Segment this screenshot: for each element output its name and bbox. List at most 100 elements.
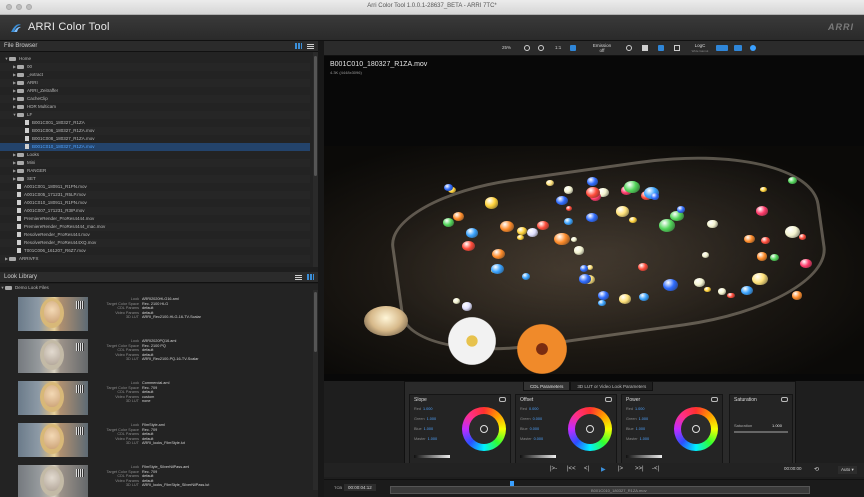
zoom-in-icon[interactable] (524, 45, 530, 51)
mark-in-button[interactable]: |>- (550, 466, 557, 472)
tree-folder-item[interactable]: ▶ 00 (0, 63, 310, 71)
fit-button[interactable]: 1:1 (555, 45, 561, 50)
list-view-icon[interactable] (307, 43, 314, 49)
logc-toggle[interactable]: LogC Wide Gamut (688, 43, 712, 54)
look-library-scroll-thumb[interactable] (314, 292, 317, 352)
tree-folder-item[interactable]: ▼ Home (0, 55, 310, 63)
look-item[interactable]: Look FilmStyle.aml Target Color Space Rec. … (0, 420, 310, 460)
reset-icon[interactable] (781, 397, 788, 402)
look-thumbnail[interactable] (18, 423, 88, 457)
grading-tab[interactable]: 3D LUT or Video Look Parameters (570, 381, 654, 391)
timecode-field[interactable]: 00:00:04:12 (344, 484, 376, 491)
tree-folder-item[interactable]: ▶ ARRI (0, 79, 310, 87)
tree-file-item[interactable]: A001C001_180911_R1PN.mov (0, 183, 310, 191)
cdl-param-value[interactable]: 1.000 (639, 417, 649, 421)
reset-icon[interactable] (605, 397, 612, 402)
file-tree-scroll-thumb[interactable] (314, 56, 317, 176)
color-wheel-handle[interactable] (692, 425, 700, 433)
master-slider[interactable] (626, 455, 662, 458)
grid-view-icon[interactable] (307, 274, 314, 280)
saturation-value[interactable]: 1.000 (772, 423, 782, 428)
tree-file-item[interactable]: A001C010_180911_R1PN.mov (0, 199, 310, 207)
playhead-marker[interactable] (510, 481, 514, 486)
look-item[interactable]: Look ARRI2020PQ16.aml Target Color Space Re… (0, 336, 310, 376)
tree-folder-item[interactable]: ▶ CacheClip (0, 95, 310, 103)
look-item[interactable]: Look FilmStyle_SilverNilPass.aml Target Co… (0, 462, 310, 497)
reset-icon[interactable] (711, 397, 718, 402)
auto-dropdown[interactable]: Auto ▾ (838, 466, 857, 474)
settings-icon[interactable] (734, 45, 742, 51)
status-dot-icon[interactable] (750, 45, 756, 51)
tree-file-item[interactable]: B001C001_180327_R1ZA (0, 119, 310, 127)
tree-folder-item[interactable]: ▶ ARRI_Zeitraffer (0, 87, 310, 95)
output-icon[interactable] (716, 45, 728, 51)
tree-file-item[interactable]: ResolveRender_ProRes444.mov (0, 231, 310, 239)
image-viewer[interactable]: B001C010_180327_R1ZA.mov 4.3K (4448x3096… (324, 56, 864, 381)
tree-folder-item[interactable]: ▶ ARRIVFX (0, 255, 310, 263)
timeline-clip[interactable]: B001C010_180327_R1ZA.mov (390, 486, 810, 494)
cdl-param-value[interactable]: 1.000 (636, 427, 646, 431)
cdl-param-value[interactable]: 0.000 (534, 437, 544, 441)
go-to-end-button[interactable]: >>| (635, 466, 644, 472)
grading-tab[interactable]: CDL Parameters (523, 381, 571, 391)
saturation-slider[interactable] (734, 431, 788, 433)
cdl-param-value[interactable]: 1.000 (427, 417, 437, 421)
preview-image[interactable] (324, 146, 864, 374)
tree-folder-item[interactable]: ▶ _extract (0, 71, 310, 79)
compare-icon[interactable] (658, 45, 664, 51)
reset-icon[interactable] (499, 397, 506, 402)
emission-toggle[interactable]: Emission off (586, 43, 618, 53)
look-thumbnail[interactable] (18, 465, 88, 497)
cdl-param-value[interactable]: 1.000 (424, 427, 434, 431)
false-color-icon[interactable] (570, 45, 576, 51)
look-item[interactable]: Look Commercial.aml Target Color Space Rec.… (0, 378, 310, 418)
tree-folder-item[interactable]: ▼ LF (0, 111, 310, 119)
zoom-level[interactable]: 25% (502, 45, 511, 50)
tree-folder-item[interactable]: ▶ Looks (0, 151, 310, 159)
cdl-param-value[interactable]: 1.000 (428, 437, 438, 441)
look-thumbnail[interactable] (18, 297, 88, 331)
monitor-icon[interactable] (674, 45, 680, 51)
cdl-param-value[interactable]: 1.000 (640, 437, 650, 441)
tree-folder-item[interactable]: ▶ SET (0, 175, 310, 183)
tree-file-item[interactable]: A001C007_171231_R3IP.mov (0, 207, 310, 215)
list-view-icon[interactable] (295, 274, 302, 280)
tree-file-item[interactable]: B001C006_180327_R1ZA.mov (0, 127, 310, 135)
go-to-start-button[interactable]: |<< (567, 466, 576, 472)
tree-file-item[interactable]: B001C010_180327_R1ZA.mov (0, 143, 310, 151)
look-thumbnail[interactable] (18, 381, 88, 415)
tree-file-item[interactable]: A001C005_171231_R5LP.mov (0, 191, 310, 199)
tree-folder-item[interactable]: ▶ RANGER (0, 167, 310, 175)
tree-file-item[interactable]: ResolveRender_ProRes444XQ.mov (0, 239, 310, 247)
step-back-button[interactable]: <| (584, 466, 589, 472)
image-icon[interactable] (642, 45, 648, 51)
cdl-param-value[interactable]: 0.000 (529, 407, 539, 411)
zoom-out-icon[interactable] (538, 45, 544, 51)
tree-folder-item[interactable]: ▶ Mini (0, 159, 310, 167)
tree-file-item[interactable]: T001C006_161207_R6Z7.mov (0, 247, 310, 255)
look-item[interactable]: Look ARRI2020HLG16.aml Target Color Space R… (0, 294, 310, 334)
tree-file-item[interactable]: PremiereRender_ProRes4444.mov (0, 215, 310, 223)
color-wheel-handle[interactable] (586, 425, 594, 433)
tree-file-item[interactable]: B001C008_180327_R1ZA.mov (0, 135, 310, 143)
mark-out-button[interactable]: -<| (652, 466, 659, 472)
grid-view-icon[interactable] (295, 43, 302, 49)
color-wheel[interactable] (462, 407, 506, 451)
color-wheel[interactable] (568, 407, 612, 451)
color-wheel-handle[interactable] (480, 425, 488, 433)
tree-folder-item[interactable]: ▶ HDR Multicam (0, 103, 310, 111)
step-forward-button[interactable]: |> (618, 466, 623, 472)
cdl-param-value[interactable]: 0.000 (530, 427, 540, 431)
play-button[interactable]: ▶ (601, 466, 606, 473)
color-wheel[interactable] (674, 407, 718, 451)
color-picker-icon[interactable] (626, 45, 632, 51)
timeline[interactable]: TCB 00:00:04:12 B001C010_180327_R1ZA.mov (324, 479, 864, 497)
tree-file-item[interactable]: PremiereRender_ProRes4444_mac.mov (0, 223, 310, 231)
loop-icon[interactable]: ⟲ (814, 466, 819, 473)
look-thumbnail[interactable] (18, 339, 88, 373)
cdl-param-value[interactable]: 1.000 (423, 407, 433, 411)
master-slider[interactable] (414, 455, 450, 458)
master-slider[interactable] (520, 455, 556, 458)
look-group[interactable]: ▼ Demo Look Files (0, 284, 310, 292)
cdl-param-value[interactable]: 1.000 (635, 407, 645, 411)
